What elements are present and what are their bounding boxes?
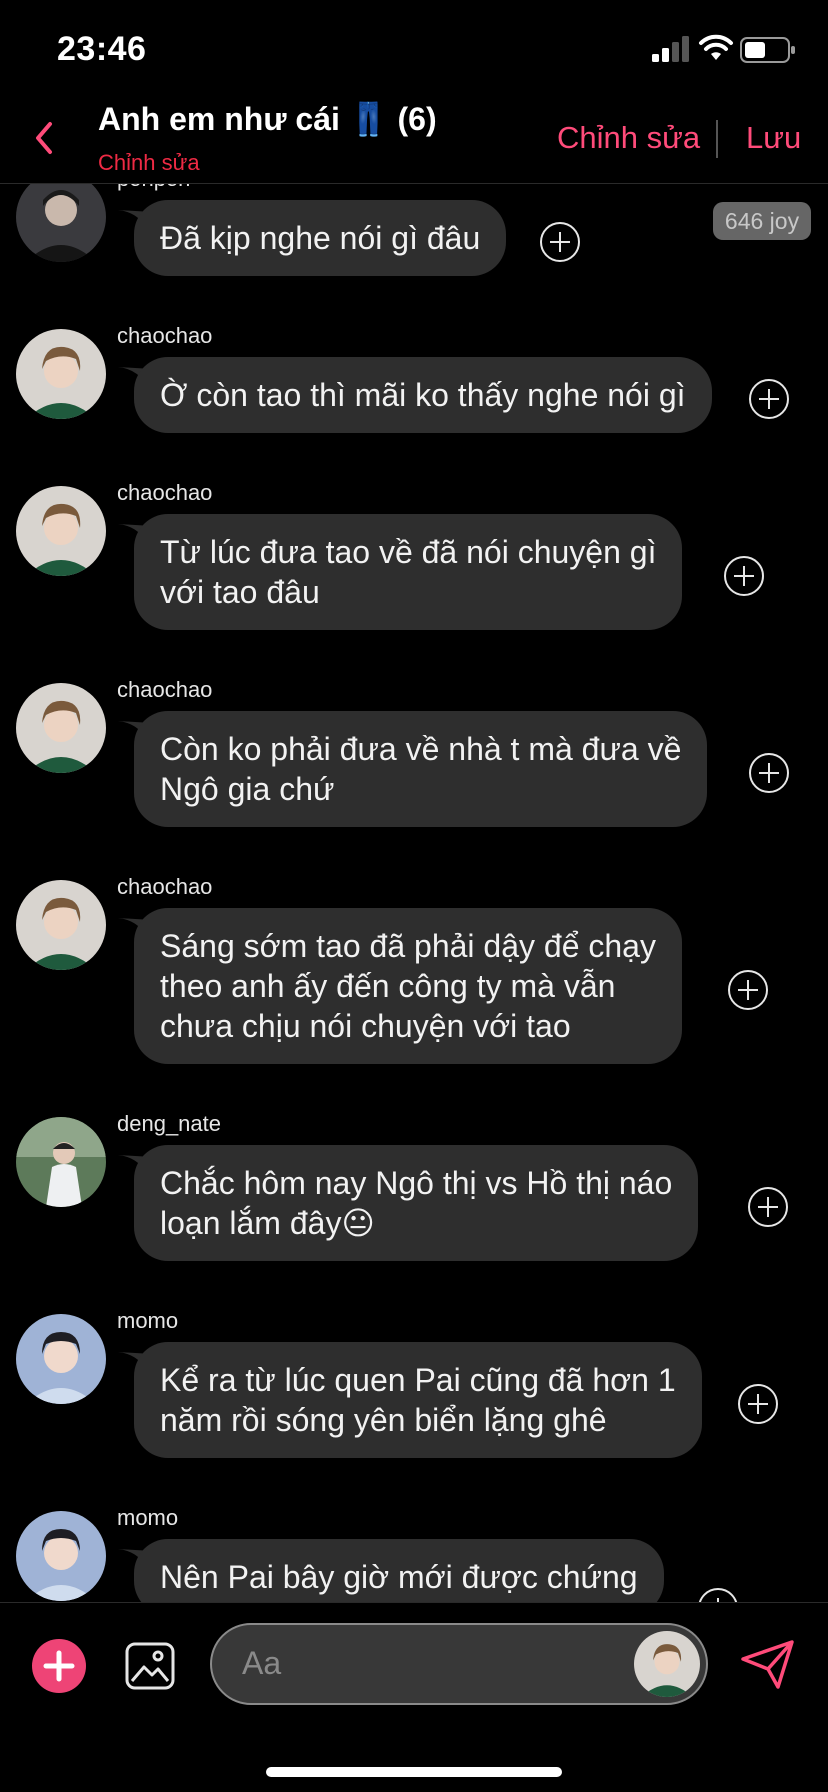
- avatar[interactable]: [16, 683, 106, 773]
- joy-badge: 646 joy: [713, 202, 811, 240]
- plus-circle-icon[interactable]: [737, 1383, 779, 1425]
- message-input-placeholder: Aa: [242, 1645, 282, 1681]
- home-indicator: [266, 1767, 562, 1777]
- message-sender: chaochao: [117, 677, 213, 702]
- message-bubble[interactable]: Đã kịp nghe nói gì đâu: [134, 200, 507, 276]
- plus-icon: [43, 1650, 75, 1682]
- avatar[interactable]: [16, 1314, 106, 1404]
- status-time: 23:46: [57, 30, 147, 68]
- message-bubble[interactable]: Sáng sớm tao đã phải dậy để chạy theo an…: [134, 908, 682, 1064]
- message-input[interactable]: Aa: [210, 1623, 708, 1705]
- message-bubble[interactable]: Ờ còn tao thì mãi ko thấy nghe nói gì: [134, 357, 712, 433]
- plus-circle-icon[interactable]: [539, 221, 581, 263]
- avatar[interactable]: [16, 1511, 106, 1601]
- image-icon[interactable]: [124, 1641, 176, 1691]
- plus-circle-icon[interactable]: [723, 555, 765, 597]
- cellular-signal-icon: [652, 36, 689, 62]
- avatar[interactable]: [16, 880, 106, 970]
- message-sender: momo: [117, 1308, 179, 1333]
- avatar[interactable]: [16, 486, 106, 576]
- add-button[interactable]: [32, 1639, 86, 1693]
- message-bubble[interactable]: Từ lúc đưa tao về đã nói chuyện gì với t…: [134, 514, 683, 630]
- chat-subtitle[interactable]: Chỉnh sửa: [98, 150, 200, 176]
- message-bubble[interactable]: Chắc hôm nay Ngô thị vs Hồ thị náo loạn …: [134, 1145, 699, 1261]
- chevron-left-icon[interactable]: [26, 116, 62, 160]
- message-sender: ponpon: [117, 184, 190, 192]
- message-sender: chaochao: [117, 323, 213, 348]
- wifi-icon: [699, 34, 733, 60]
- message-bubble[interactable]: Còn ko phải đưa về nhà t mà đưa về Ngô g…: [134, 711, 708, 827]
- message-sender: chaochao: [117, 874, 213, 899]
- header-divider: [716, 120, 718, 158]
- avatar[interactable]: [16, 329, 106, 419]
- battery-icon: [740, 37, 795, 63]
- avatar[interactable]: [16, 1117, 106, 1207]
- chat-header: Anh em như cái 👖 (6) Chỉnh sửa Chỉnh sửa…: [0, 90, 828, 184]
- status-bar: 23:46: [0, 0, 828, 90]
- plus-circle-icon[interactable]: [747, 1186, 789, 1228]
- message-list[interactable]: ponpon Đã kịp nghe nói gì đâu 646 joy ch…: [0, 184, 828, 1602]
- save-button[interactable]: Lưu: [746, 120, 801, 156]
- message-sender: momo: [117, 1505, 179, 1530]
- edit-button[interactable]: Chỉnh sửa: [557, 120, 700, 156]
- avatar[interactable]: [16, 184, 106, 262]
- message-bubble[interactable]: Nên Pai bây giờ mới được chứng: [134, 1539, 664, 1602]
- paper-plane-icon[interactable]: [740, 1639, 796, 1691]
- avatar[interactable]: [634, 1631, 700, 1697]
- plus-circle-icon[interactable]: [697, 1587, 739, 1602]
- message-sender: chaochao: [117, 480, 213, 505]
- composer-bar: Aa: [0, 1602, 828, 1792]
- plus-circle-icon[interactable]: [748, 752, 790, 794]
- plus-circle-icon[interactable]: [727, 969, 769, 1011]
- chat-title: Anh em như cái 👖 (6): [98, 101, 437, 137]
- plus-circle-icon[interactable]: [748, 378, 790, 420]
- message-bubble[interactable]: Kể ra từ lúc quen Pai cũng đã hơn 1 năm …: [134, 1342, 702, 1458]
- message-sender: deng_nate: [117, 1111, 221, 1136]
